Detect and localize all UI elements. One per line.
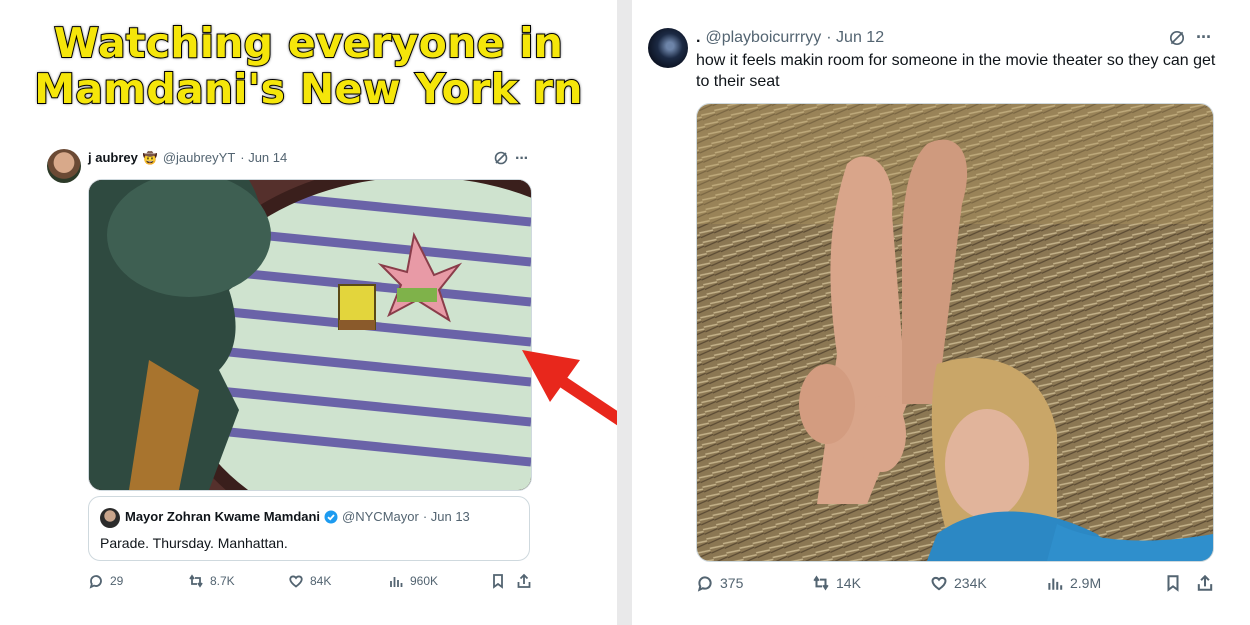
- avatar: [100, 508, 120, 528]
- reply-button[interactable]: 375: [696, 574, 743, 592]
- squidward-window-illustration: [89, 180, 531, 490]
- like-count: 84K: [310, 574, 332, 588]
- tweet-header: j aubrey 🤠 @jaubreyYT · Jun 14: [88, 150, 287, 165]
- repost-icon: [189, 574, 203, 588]
- repost-button[interactable]: 14K: [812, 574, 861, 592]
- quoted-text: Parade. Thursday. Manhattan.: [100, 535, 288, 551]
- headline-line-2: Mamdani's New York rn: [33, 65, 583, 113]
- tweet-text: how it feels makin room for someone in t…: [696, 52, 1216, 90]
- reply-count: 375: [720, 575, 744, 591]
- reply-icon: [697, 576, 712, 592]
- red-arrow-icon: [522, 350, 617, 426]
- tweet-date[interactable]: · Jun 14: [240, 150, 287, 165]
- handle[interactable]: @playboicurrryy: [705, 29, 821, 47]
- repost-count: 8.7K: [210, 574, 235, 588]
- views-chart-icon: [1048, 578, 1063, 590]
- display-name[interactable]: .: [696, 29, 700, 47]
- avatar[interactable]: [47, 149, 81, 183]
- tweet-header: . @playboicurrryy · Jun 12: [696, 29, 884, 47]
- display-name[interactable]: j aubrey: [88, 150, 138, 165]
- hay-photo-illustration: [697, 104, 1213, 561]
- views-chart-icon: [390, 577, 403, 587]
- right-tweet-panel: . @playboicurrryy · Jun 12 ··· how it fe…: [632, 0, 1250, 625]
- tweet-date[interactable]: · Jun 12: [826, 29, 884, 47]
- handle[interactable]: @jaubreyYT: [163, 150, 235, 165]
- bookmark-icon[interactable]: [490, 573, 506, 589]
- quoted-header: Mayor Zohran Kwame Mamdani @NYCMayor · J…: [125, 509, 470, 524]
- bookmark-icon[interactable]: [1164, 574, 1182, 592]
- views-button[interactable]: 2.9M: [1046, 574, 1101, 592]
- more-options-icon[interactable]: ···: [1196, 27, 1212, 48]
- share-icon[interactable]: [1196, 574, 1214, 592]
- tweet-image[interactable]: [696, 103, 1214, 562]
- heart-icon: [289, 575, 303, 588]
- share-icon[interactable]: [516, 573, 532, 589]
- headline-line-1: Watching everyone in: [53, 19, 564, 67]
- repost-icon: [813, 575, 829, 591]
- avatar[interactable]: [648, 28, 688, 68]
- reply-button[interactable]: 29: [88, 573, 123, 589]
- views-count: 2.9M: [1070, 575, 1102, 591]
- grok-icon[interactable]: [1168, 29, 1186, 47]
- headline-caption: Watching everyone in Mamdani's New York …: [0, 19, 617, 113]
- reply-icon: [89, 575, 102, 589]
- like-count: 234K: [954, 575, 987, 591]
- views-count: 960K: [410, 574, 439, 588]
- like-button[interactable]: 234K: [930, 574, 987, 592]
- like-button[interactable]: 84K: [288, 573, 331, 589]
- handle: @NYCMayor: [342, 509, 419, 524]
- more-options-icon[interactable]: ···: [515, 150, 529, 168]
- cowboy-emoji-icon: 🤠: [142, 150, 158, 165]
- quoted-tweet[interactable]: Mayor Zohran Kwame Mamdani @NYCMayor · J…: [88, 496, 530, 561]
- reply-count: 29: [110, 574, 124, 588]
- grok-icon[interactable]: [493, 150, 509, 166]
- heart-icon: [931, 576, 947, 591]
- left-tweet-panel: Watching everyone in Mamdani's New York …: [0, 0, 617, 625]
- display-name: Mayor Zohran Kwame Mamdani: [125, 509, 321, 524]
- tweet-date: · Jun 13: [422, 509, 470, 524]
- tweet-image[interactable]: [88, 179, 532, 491]
- views-button[interactable]: 960K: [388, 573, 438, 589]
- repost-button[interactable]: 8.7K: [188, 573, 235, 589]
- repost-count: 14K: [836, 575, 861, 591]
- verified-badge-icon: [324, 510, 338, 524]
